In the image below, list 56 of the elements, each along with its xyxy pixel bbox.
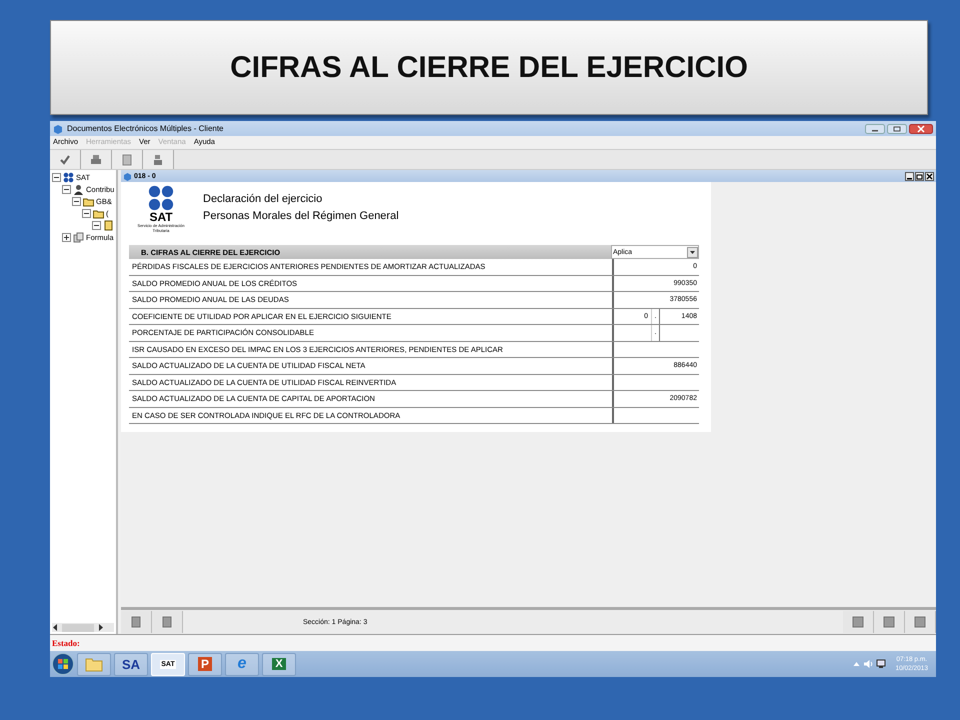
person-icon xyxy=(73,184,84,194)
documents-icon xyxy=(73,232,84,242)
taskbar-app[interactable]: P xyxy=(188,652,222,676)
toolbar-button[interactable] xyxy=(143,150,174,169)
toolbar-button[interactable] xyxy=(50,150,81,169)
folder-icon xyxy=(93,208,104,218)
page-icon xyxy=(852,616,864,628)
sat-logo-icon xyxy=(63,172,74,182)
footer-button[interactable] xyxy=(874,611,905,633)
pages-icon xyxy=(883,616,895,628)
scroll-left-icon[interactable] xyxy=(52,623,59,632)
printer-icon xyxy=(90,154,102,166)
close-icon[interactable] xyxy=(909,124,933,134)
check-icon xyxy=(59,154,71,166)
app-icon xyxy=(53,124,63,134)
close-icon[interactable] xyxy=(925,172,934,180)
stamp-icon xyxy=(152,154,164,166)
app-logo-text: SA xyxy=(122,656,140,672)
collapse-icon[interactable] xyxy=(82,208,91,218)
collapse-icon[interactable] xyxy=(52,172,61,182)
expand-icon[interactable] xyxy=(62,232,71,242)
collapse-icon[interactable] xyxy=(62,184,71,194)
restore-icon[interactable] xyxy=(915,172,924,180)
start-button-icon[interactable] xyxy=(52,653,74,675)
document-icon xyxy=(103,220,114,230)
form-heading: Declaración del ejercicio xyxy=(203,193,324,205)
toolbar-button[interactable] xyxy=(81,150,112,169)
footer-button[interactable] xyxy=(905,611,936,633)
logo-text: SAT xyxy=(149,211,173,223)
network-icon[interactable] xyxy=(876,659,886,669)
slide-title: CIFRAS AL CIERRE DEL EJERCICIO xyxy=(230,50,748,84)
toolbar-button[interactable] xyxy=(112,150,143,169)
form-subheading: Personas Morales del Régimen General xyxy=(203,210,399,222)
collapse-icon[interactable] xyxy=(72,196,81,206)
sat-dots-icon xyxy=(148,185,174,211)
footer-button[interactable] xyxy=(843,611,874,633)
minimize-icon[interactable] xyxy=(905,172,914,180)
scroll-thumb[interactable] xyxy=(62,624,94,632)
horizontal-scrollbar[interactable] xyxy=(52,623,114,632)
taskbar-app[interactable]: SA xyxy=(114,652,148,676)
taskbar-app[interactable]: X xyxy=(262,652,296,676)
edit-icon xyxy=(914,616,926,628)
app-logo-text: P xyxy=(198,657,212,671)
scroll-right-icon[interactable] xyxy=(97,623,104,632)
status-label: Estado: xyxy=(52,638,80,648)
page-icon xyxy=(162,616,172,628)
previous-page-button[interactable] xyxy=(121,611,152,633)
page-icon xyxy=(121,154,133,166)
app-logo-text: X xyxy=(272,658,286,670)
folder-icon xyxy=(83,196,94,206)
collapse-icon[interactable] xyxy=(92,220,101,230)
window-title: Documentos Electrónicos Múltiples - Cliente xyxy=(67,124,225,133)
folder-icon xyxy=(85,656,103,672)
next-page-button[interactable] xyxy=(152,611,183,633)
app-logo-text: e xyxy=(238,655,246,673)
page-icon xyxy=(131,616,141,628)
